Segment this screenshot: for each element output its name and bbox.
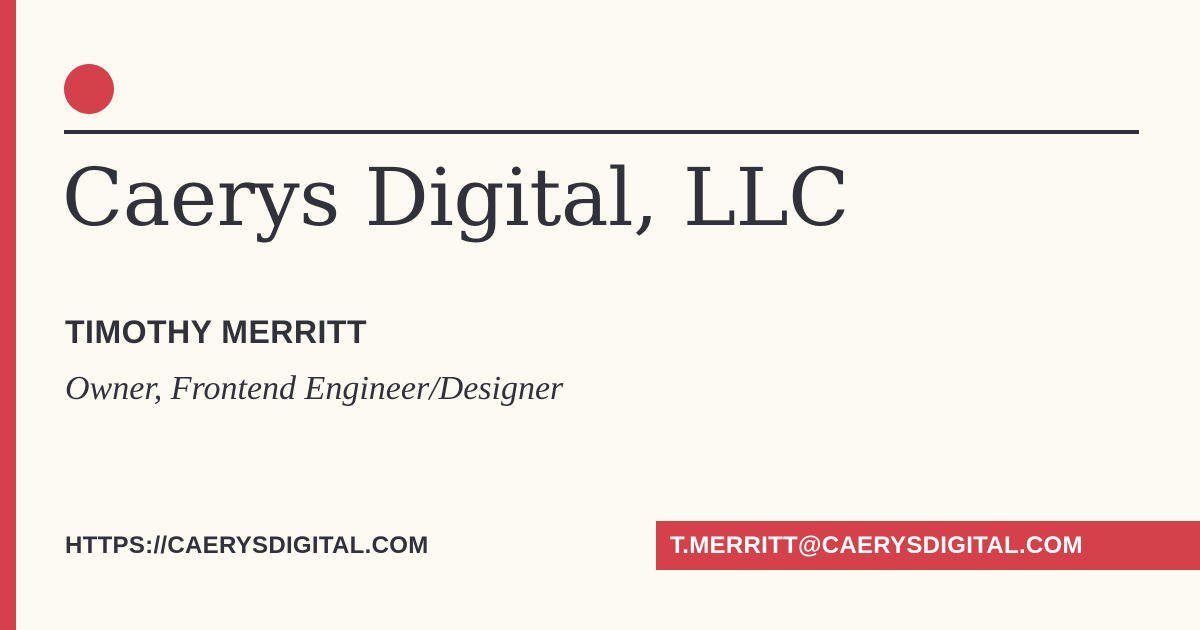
person-title: Owner, Frontend Engineer/Designer: [65, 370, 564, 407]
brand-dot-icon: [64, 64, 114, 114]
accent-side-bar: [0, 0, 16, 630]
person-name: TIMOTHY MERRITT: [65, 314, 367, 350]
company-name: Caerys Digital, LLC: [62, 151, 849, 244]
divider-rule: [64, 130, 1139, 134]
business-card: Caerys Digital, LLC TIMOTHY MERRITT Owne…: [0, 0, 1200, 630]
email-link[interactable]: T.MERRITT@CAERYSDIGITAL.COM: [670, 532, 1083, 560]
email-badge[interactable]: T.MERRITT@CAERYSDIGITAL.COM: [656, 521, 1200, 570]
website-link[interactable]: HTTPS://CAERYSDIGITAL.COM: [65, 528, 429, 564]
